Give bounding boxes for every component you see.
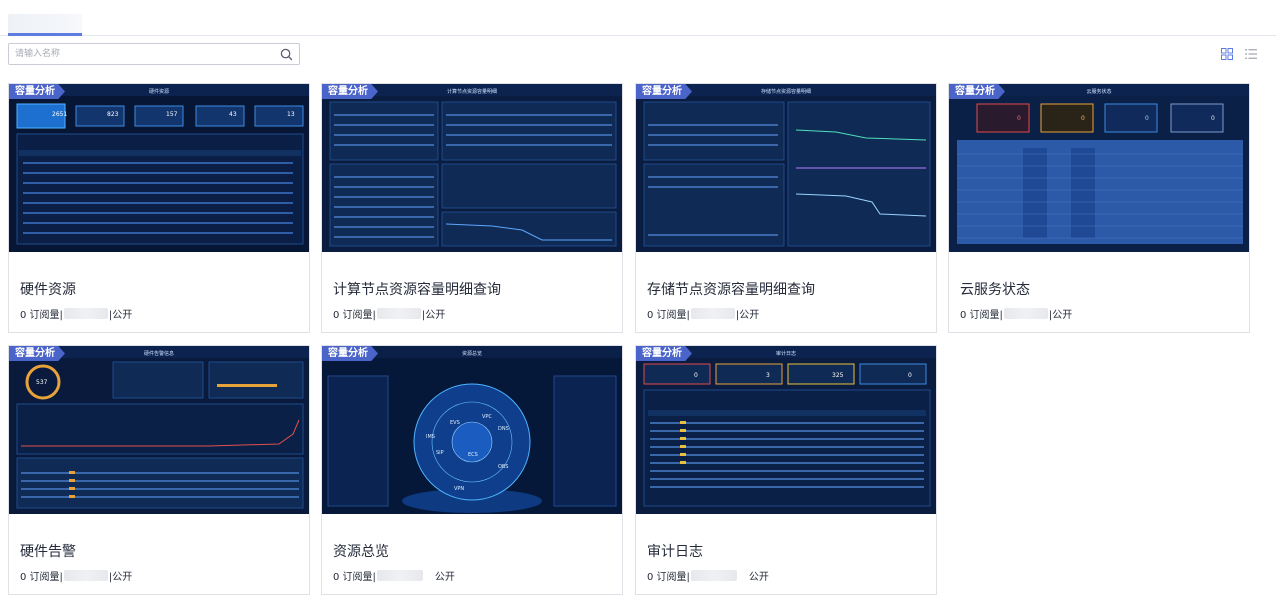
owner-redacted: [63, 570, 108, 581]
stat-value: 0: [1145, 115, 1149, 122]
stat-value: 0: [1211, 115, 1215, 122]
service-node-label: VPC: [482, 414, 492, 420]
stat-value: 823: [107, 111, 119, 118]
subscription-count: 0 订阅量|: [20, 572, 63, 583]
service-node-label: VPN: [454, 486, 464, 492]
tab-active-indicator: [8, 33, 82, 36]
dashboard-card[interactable]: 存储节点资源容量明细 容量分析 存储节点资源容量明细查询 0 订阅量| |公开: [635, 83, 937, 333]
card-preview: 资源总览 EVS VPC ECS OBS SIP VPN DNS IMS 容量分…: [322, 346, 622, 514]
card-meta: 0 订阅量| |公开: [20, 568, 132, 583]
category-tag: 容量分析: [322, 84, 378, 99]
preview-header: 硬件告警信息: [144, 350, 174, 357]
preview-header: 硬件资源: [149, 88, 169, 95]
visibility-label: |公开: [421, 310, 446, 321]
service-node-label: IMS: [426, 434, 435, 440]
visibility-label: |公开: [735, 310, 760, 321]
preview-header: 云服务状态: [1086, 88, 1111, 95]
owner-redacted: [376, 570, 423, 581]
visibility-label: 公开: [748, 572, 769, 583]
owner-redacted: [376, 308, 421, 319]
card-meta: 0 订阅量| 公开: [647, 568, 769, 583]
category-tag: 容量分析: [636, 84, 692, 99]
category-tag: 容量分析: [9, 346, 65, 361]
card-title[interactable]: 审计日志: [647, 541, 703, 561]
tab-active[interactable]: [8, 14, 82, 34]
dashboard-card[interactable]: 资源总览 EVS VPC ECS OBS SIP VPN DNS IMS 容量分…: [321, 345, 623, 595]
card-preview: 审计日志 0 3 325 0 容量分析: [636, 346, 936, 514]
subscription-count: 0 订阅量|: [647, 572, 690, 583]
visibility-label: |公开: [108, 572, 133, 583]
stat-value: 13: [287, 111, 295, 118]
stat-value: 0: [694, 372, 698, 379]
service-node-label: SIP: [436, 450, 444, 456]
search-icon[interactable]: [280, 48, 293, 61]
preview-header: 计算节点资源容量明细: [447, 88, 497, 95]
card-preview: 硬件资源 2651 823 157 43 13 容量分析: [9, 84, 309, 252]
service-node-label: DNS: [498, 426, 509, 432]
visibility-label: 公开: [434, 572, 455, 583]
stat-value: 325: [832, 372, 844, 379]
dashboard-card[interactable]: 硬件资源 2651 823 157 43 13 容量分析 硬件资源 0 订阅量|…: [8, 83, 310, 333]
list-view-icon[interactable]: [1245, 48, 1257, 60]
card-meta: 0 订阅量| |公开: [333, 306, 445, 321]
card-title[interactable]: 硬件告警: [20, 541, 76, 561]
dashboard-card[interactable]: 硬件告警信息 537 容量分析 硬件告警 0 订阅量| |公开: [8, 345, 310, 595]
subscription-count: 0 订阅量|: [333, 572, 376, 583]
owner-redacted: [63, 308, 108, 319]
stat-value: 3: [766, 372, 770, 379]
dashboard-card[interactable]: 审计日志 0 3 325 0 容量分析 审计日志 0 订阅量| 公开: [635, 345, 937, 595]
card-meta: 0 订阅量| |公开: [20, 306, 132, 321]
stat-value: 157: [166, 111, 178, 118]
card-preview: 云服务状态 0 0 0 0 容量分析: [949, 84, 1249, 252]
stat-value: 2651: [52, 111, 67, 118]
preview-header: 资源总览: [462, 350, 482, 357]
preview-header: 存储节点资源容量明细: [761, 88, 811, 95]
stat-value: 0: [908, 372, 912, 379]
visibility-label: |公开: [1048, 310, 1073, 321]
owner-redacted: [690, 308, 735, 319]
service-node-label: EVS: [450, 420, 460, 426]
card-preview: 计算节点资源容量明细 容量分析: [322, 84, 622, 252]
category-tag: 容量分析: [322, 346, 378, 361]
category-tag: 容量分析: [636, 346, 692, 361]
subscription-count: 0 订阅量|: [20, 310, 63, 321]
service-node-label: OBS: [498, 464, 508, 470]
card-title[interactable]: 计算节点资源容量明细查询: [333, 279, 501, 299]
card-title[interactable]: 存储节点资源容量明细查询: [647, 279, 815, 299]
card-meta: 0 订阅量| |公开: [960, 306, 1072, 321]
visibility-label: |公开: [108, 310, 133, 321]
subscription-count: 0 订阅量|: [647, 310, 690, 321]
category-tag: 容量分析: [9, 84, 65, 99]
card-title[interactable]: 资源总览: [333, 541, 389, 561]
search-input[interactable]: [15, 46, 275, 62]
stat-value: 43: [229, 111, 237, 118]
preview-header: 审计日志: [776, 350, 796, 357]
subscription-count: 0 订阅量|: [333, 310, 376, 321]
grid-view-icon[interactable]: [1221, 48, 1233, 60]
category-tag: 容量分析: [949, 84, 1005, 99]
card-title[interactable]: 硬件资源: [20, 279, 76, 299]
stat-value: 0: [1081, 115, 1085, 122]
card-preview: 硬件告警信息 537 容量分析: [9, 346, 309, 514]
card-meta: 0 订阅量| 公开: [333, 568, 455, 583]
search-box[interactable]: [8, 43, 300, 65]
card-title[interactable]: 云服务状态: [960, 279, 1030, 299]
card-preview: 存储节点资源容量明细 容量分析: [636, 84, 936, 252]
top-tab-bar: [0, 0, 1276, 36]
gauge-value: 537: [36, 379, 48, 386]
subscription-count: 0 订阅量|: [960, 310, 1003, 321]
dashboard-card[interactable]: 计算节点资源容量明细 容量分析 计算节点资源容量明细查询 0 订阅量| |公开: [321, 83, 623, 333]
dashboard-card[interactable]: 云服务状态 0 0 0 0 容量分析 云服务状态 0 订阅量| |公开: [948, 83, 1250, 333]
owner-redacted: [690, 570, 737, 581]
owner-redacted: [1003, 308, 1048, 319]
stat-value: 0: [1017, 115, 1021, 122]
card-meta: 0 订阅量| |公开: [647, 306, 759, 321]
service-node-label: ECS: [468, 452, 478, 458]
